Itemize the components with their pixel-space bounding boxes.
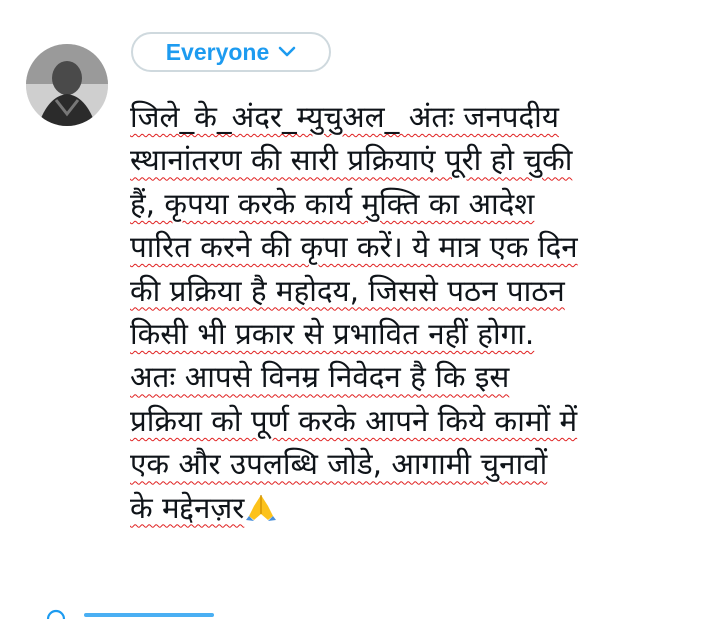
audience-selector-button[interactable]: Everyone bbox=[131, 32, 331, 72]
reply-settings-row[interactable] bbox=[0, 607, 720, 619]
text-line: के मद्देनज़र bbox=[130, 490, 245, 525]
globe-icon bbox=[46, 609, 66, 619]
text-line: किसी भी प्रकार से प्रभावित नहीं होगा. bbox=[130, 317, 535, 352]
text-line: अतः आपसे विनम्र निवेदन है कि इस bbox=[130, 360, 510, 395]
text-line: प्रक्रिया को पूर्ण करके आपने किये कामों … bbox=[130, 403, 578, 438]
text-line: हैं, कृपया करके कार्य मुक्ति का आदेश bbox=[130, 186, 535, 221]
folded-hands-emoji bbox=[246, 494, 277, 521]
text-line: स्थानांतरण की सारी प्रक्रियाएं पूरी हो च… bbox=[130, 143, 573, 178]
tweet-text-area[interactable]: जिले_के_अंदर_म्युचुअल_ अंतः जनपदीय स्थान… bbox=[130, 96, 700, 530]
text-line: की प्रक्रिया है महोदय, जिससे पठन पाठन bbox=[130, 273, 565, 308]
text-line: एक और उपलब्धि जोडे, आगामी चुनावों bbox=[130, 447, 548, 482]
avatar[interactable] bbox=[26, 44, 108, 126]
profile-photo-avatar bbox=[26, 44, 108, 126]
text-line-last: के मद्देनज़र bbox=[130, 487, 700, 530]
text-line: जिले_के_अंदर_म्युचुअल_ अंतः जनपदीय bbox=[130, 100, 559, 134]
audience-label: Everyone bbox=[165, 38, 270, 65]
reply-settings-label bbox=[84, 613, 214, 617]
chevron-down-icon bbox=[278, 46, 296, 57]
text-line: पारित करने की कृपा करें। ये मात्र एक दिन bbox=[130, 230, 578, 265]
